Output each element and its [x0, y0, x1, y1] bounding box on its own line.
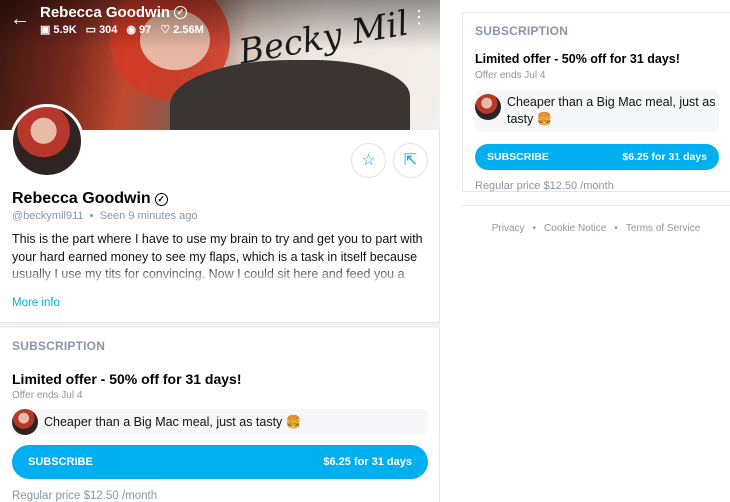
- cookie-notice-link[interactable]: Cookie Notice: [544, 223, 606, 234]
- image-icon: ▣: [40, 24, 51, 36]
- subscribe-button[interactable]: SUBSCRIBE $6.25 for 31 days: [12, 445, 428, 479]
- divider: [462, 205, 730, 206]
- stat-streams: ◉ 97: [126, 23, 152, 37]
- subscription-card: SUBSCRIPTION Limited offer - 50% off for…: [462, 12, 730, 192]
- privacy-link[interactable]: Privacy: [492, 223, 525, 234]
- subscription-label: SUBSCRIPTION: [12, 339, 106, 353]
- more-info-link[interactable]: More info: [12, 297, 60, 309]
- share-icon[interactable]: ⇱: [393, 143, 428, 178]
- offer-ends: Offer ends Jul 4: [475, 70, 546, 81]
- subscribe-button[interactable]: SUBSCRIBE $6.25 for 31 days: [475, 144, 719, 170]
- avatar: [12, 409, 38, 435]
- offer-ends: Offer ends Jul 4: [12, 390, 83, 401]
- video-icon: ▭: [85, 24, 97, 36]
- stat-likes: ♡ 2.56M: [160, 23, 204, 37]
- verified-icon: ✓: [154, 192, 168, 206]
- offer-title: Limited offer - 50% off for 31 days!: [12, 371, 242, 387]
- avatar[interactable]: [10, 104, 84, 178]
- regular-price: Regular price $12.50 /month: [475, 180, 614, 192]
- creator-message: Cheaper than a Big Mac meal, just as tas…: [12, 409, 428, 435]
- header-name: Rebecca Goodwin ✓: [40, 4, 188, 21]
- profile-handle-row: @beckymil911 • Seen 9 minutes ago: [12, 210, 198, 222]
- avatar: [475, 94, 501, 120]
- last-seen: Seen 9 minutes ago: [99, 210, 198, 222]
- profile-stats: ▣ 5.9K ▭ 304 ◉ 97 ♡ 2.56M: [40, 23, 204, 37]
- section-divider: [0, 322, 440, 328]
- subscription-label: SUBSCRIPTION: [475, 24, 569, 38]
- heart-icon: ♡: [160, 24, 171, 36]
- stat-photos: ▣ 5.9K: [40, 23, 77, 37]
- creator-message: Cheaper than a Big Mac meal, just as tas…: [475, 90, 719, 132]
- profile-column: Becky Mil ← Rebecca Goodwin ✓ ▣5.9K ▭304…: [0, 0, 440, 502]
- profile-name: Rebecca Goodwin ✓: [12, 190, 168, 208]
- offer-title: Limited offer - 50% off for 31 days!: [475, 52, 680, 66]
- regular-price: Regular price $12.50 /month: [12, 490, 158, 502]
- subscription-section: SUBSCRIPTION Limited offer - 50% off for…: [12, 339, 428, 502]
- more-vertical-icon[interactable]: ⋮: [410, 8, 428, 26]
- stat-videos: ▭ 304: [85, 23, 118, 37]
- arrow-left-icon[interactable]: ←: [10, 8, 32, 30]
- profile-header: ← Rebecca Goodwin ✓ ▣ 5.9K ▭ 304 ◉ 97 ♡ 2.56…: [0, 0, 440, 48]
- star-icon[interactable]: ☆: [351, 143, 386, 178]
- profile-handle: @beckymil911: [12, 210, 84, 222]
- broadcast-icon: ◉: [126, 24, 137, 36]
- verified-icon: ✓: [174, 6, 188, 19]
- footer-links: Privacy • Cookie Notice • Terms of Servi…: [491, 223, 701, 234]
- terms-link[interactable]: Terms of Service: [626, 223, 700, 234]
